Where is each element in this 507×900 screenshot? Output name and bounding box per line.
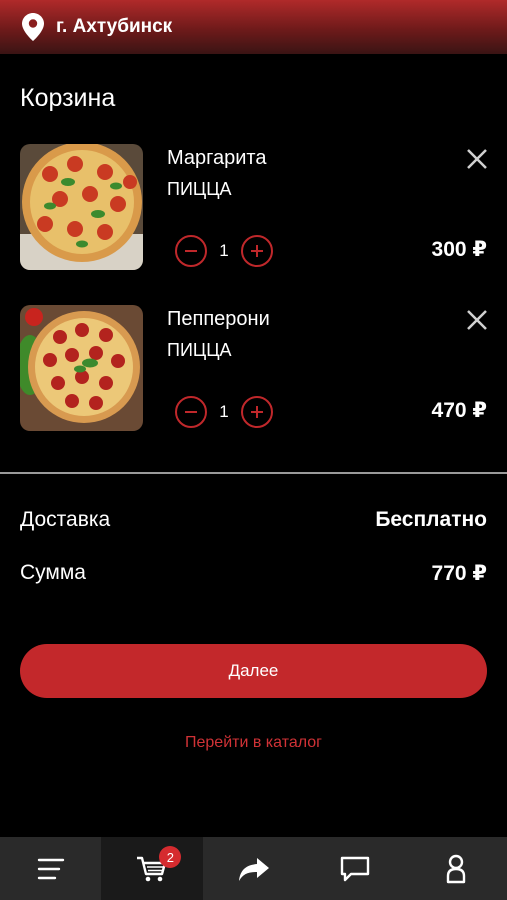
- item-category: ПИЦЦА: [167, 340, 232, 360]
- tab-menu[interactable]: [0, 837, 101, 900]
- total-value: 770 ₽: [431, 562, 487, 585]
- page-title: Корзина: [20, 84, 116, 112]
- item-name: Маргарита: [167, 147, 267, 169]
- close-icon[interactable]: [466, 148, 488, 170]
- decrease-button[interactable]: [175, 235, 207, 267]
- increase-button[interactable]: [241, 396, 273, 428]
- share-icon: [238, 857, 269, 881]
- tab-profile[interactable]: [406, 837, 507, 900]
- quantity-value: 1: [219, 402, 229, 421]
- pizza-image: [20, 305, 143, 431]
- decrease-button[interactable]: [175, 396, 207, 428]
- total-row: Сумма 770 ₽: [20, 561, 487, 586]
- close-icon[interactable]: [466, 309, 488, 331]
- tab-share[interactable]: [203, 837, 304, 900]
- location-bar[interactable]: г. Ахтубинск: [0, 0, 507, 54]
- catalog-link[interactable]: Перейти в каталог: [0, 734, 507, 752]
- pizza-image: [20, 144, 143, 270]
- cart-item: Маргарита ПИЦЦА 1 300 ₽: [0, 144, 507, 274]
- city-label: г. Ахтубинск: [56, 16, 173, 37]
- item-price: 470 ₽: [431, 399, 487, 422]
- tab-cart[interactable]: 2: [101, 837, 203, 900]
- total-label: Сумма: [20, 561, 86, 584]
- menu-icon: [37, 858, 64, 879]
- delivery-value: Бесплатно: [375, 508, 487, 531]
- divider: [0, 472, 507, 474]
- profile-icon: [447, 854, 466, 883]
- delivery-row: Доставка Бесплатно: [20, 508, 487, 532]
- quantity-stepper: 1: [175, 395, 273, 429]
- quantity-stepper: 1: [175, 234, 273, 268]
- cart-count-badge: 2: [159, 846, 182, 868]
- tab-chat[interactable]: [304, 837, 405, 900]
- tab-bar: 2: [0, 837, 507, 900]
- cart-item: Пепперони ПИЦЦА 1 470 ₽: [0, 305, 507, 435]
- next-button[interactable]: Далее: [20, 644, 487, 698]
- item-category: ПИЦЦА: [167, 179, 232, 199]
- delivery-label: Доставка: [20, 508, 111, 531]
- item-price: 300 ₽: [431, 238, 487, 261]
- chat-icon: [340, 856, 370, 881]
- quantity-value: 1: [219, 241, 229, 260]
- increase-button[interactable]: [241, 235, 273, 267]
- location-pin-icon: [22, 13, 44, 41]
- item-name: Пепперони: [167, 308, 270, 330]
